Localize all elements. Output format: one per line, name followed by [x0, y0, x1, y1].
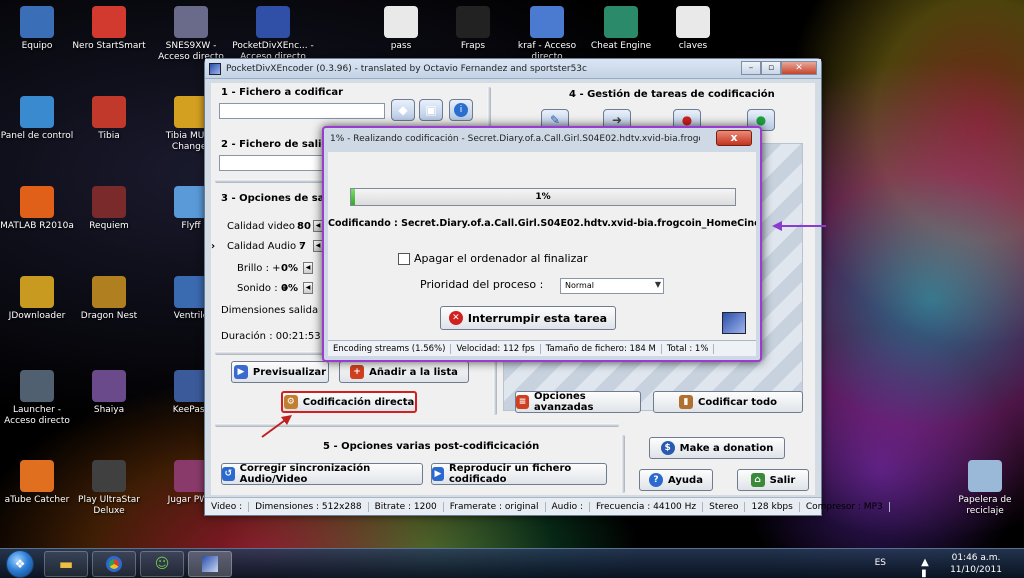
pocketdivx-icon — [202, 556, 218, 572]
taskbar-messenger[interactable]: ☺ — [140, 551, 184, 577]
language-indicator[interactable]: ES — [875, 558, 886, 568]
taskbar-explorer[interactable]: ▬ — [44, 551, 88, 577]
start-button[interactable]: ❖ — [6, 550, 34, 578]
windows-logo-icon: ❖ — [14, 557, 26, 571]
tray-icons[interactable]: ▲ ▮ ◂) — [921, 557, 930, 578]
purple-arrow-head — [772, 221, 782, 231]
clock-date: 11/10/2011 — [950, 565, 1002, 575]
taskbar-chrome[interactable] — [92, 551, 136, 577]
taskbar-pocketdivx[interactable] — [188, 551, 232, 577]
taskbar: ❖ ▬ ☺ ES ▲ ▮ ◂) 01:46 a.m. 11/10/2011 — [0, 548, 1024, 578]
clock-time: 01:46 a.m. — [951, 553, 1001, 563]
annotation-overlay — [261, 221, 826, 438]
red-arrow-head — [281, 415, 292, 425]
chrome-icon — [106, 556, 122, 572]
folder-icon: ▬ — [58, 555, 74, 573]
clock[interactable]: 01:46 a.m. 11/10/2011 — [936, 552, 1016, 576]
messenger-icon: ☺ — [154, 556, 170, 572]
